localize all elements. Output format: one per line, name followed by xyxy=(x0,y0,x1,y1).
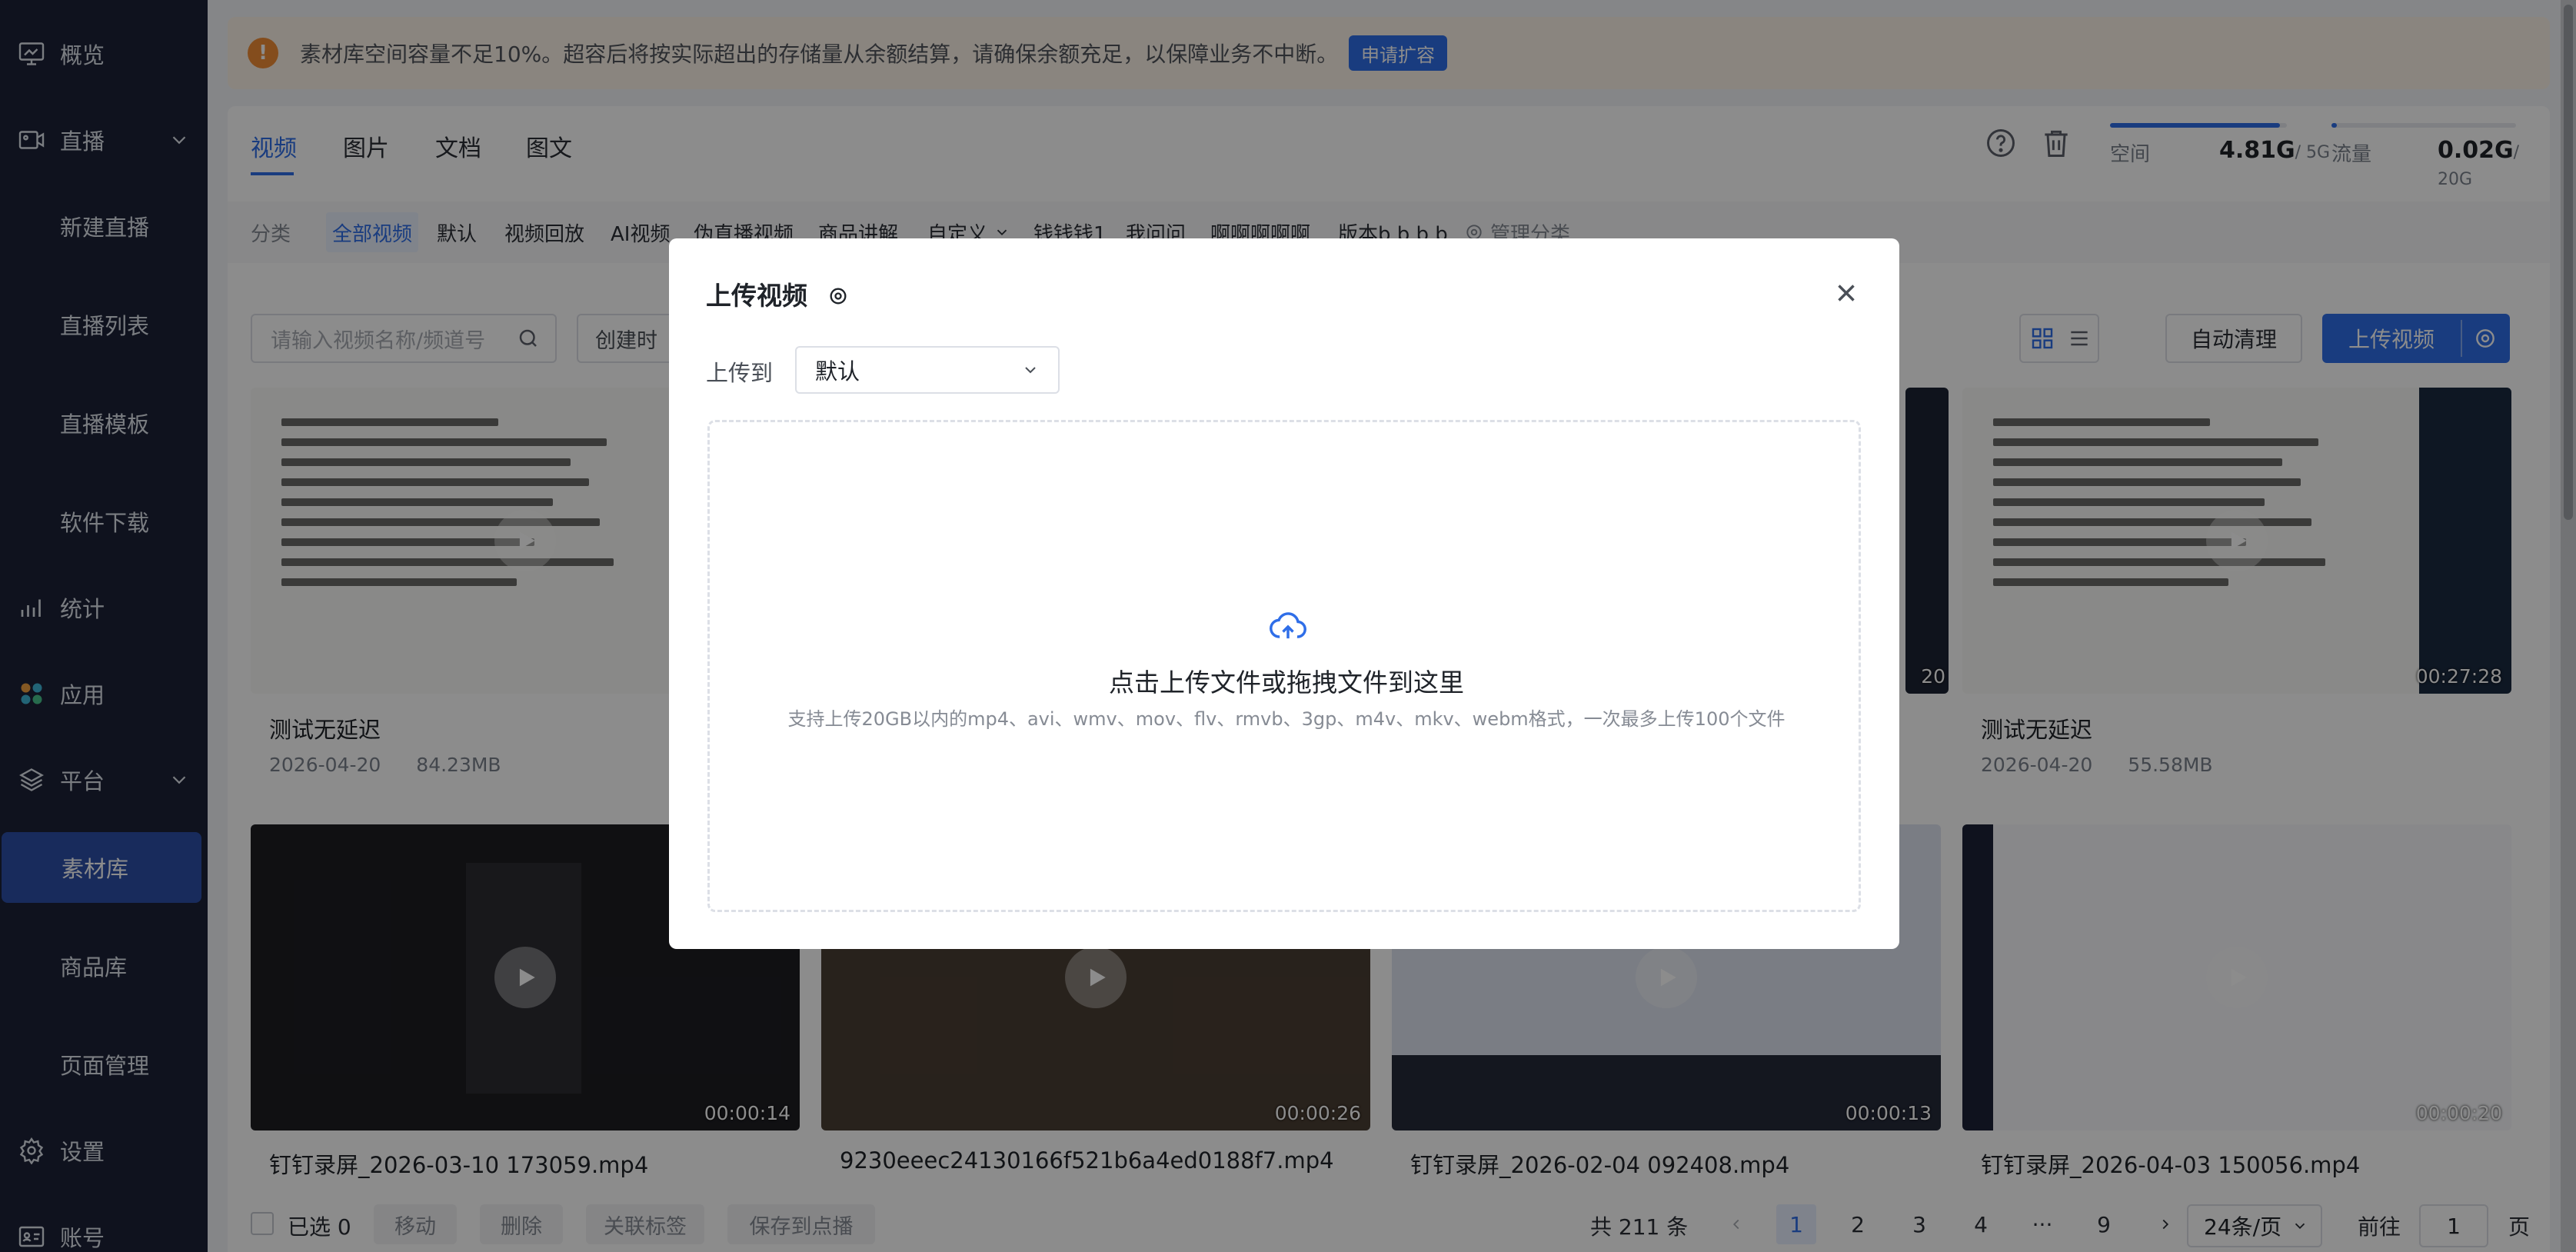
close-icon[interactable] xyxy=(1832,278,1861,308)
drop-zone-hint: 支持上传20GB以内的mp4、avi、wmv、mov、flv、rmvb、3gp、… xyxy=(787,708,1786,730)
file-drop-zone[interactable]: 点击上传文件或拖拽文件到这里 支持上传20GB以内的mp4、avi、wmv、mo… xyxy=(707,420,1861,912)
settings-icon[interactable] xyxy=(827,285,849,307)
upload-to-value: 默认 xyxy=(815,358,860,385)
dialog-title-text: 上传视频 xyxy=(706,281,807,311)
upload-to-label: 上传到 xyxy=(706,360,774,386)
upload-to-select[interactable]: 默认 xyxy=(795,346,1060,394)
upload-video-dialog: 上传视频 上传到 默认 点击上传文件或拖拽文件到这里 支持上传20GB以内的mp… xyxy=(669,238,1899,949)
chevron-down-icon xyxy=(1025,367,1036,374)
dialog-title: 上传视频 xyxy=(706,275,849,312)
cloud-upload-icon xyxy=(1270,612,1306,639)
drop-zone-title: 点击上传文件或拖拽文件到这里 xyxy=(1109,668,1464,698)
